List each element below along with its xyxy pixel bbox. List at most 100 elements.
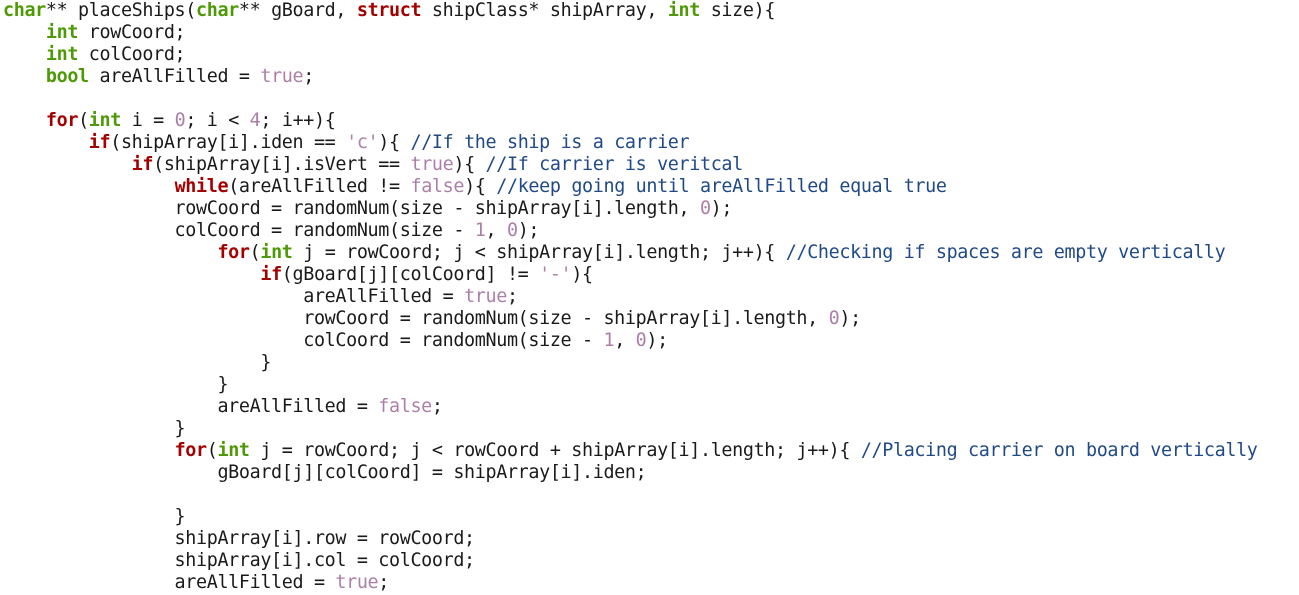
code-token: shipClass* shipArray,: [421, 0, 668, 21]
code-token: j = rowCoord; j < shipArray[i].length; j…: [292, 242, 786, 263]
code-token: rowCoord = randomNum(size - shipArray[i]…: [3, 308, 829, 329]
code-token: }: [3, 506, 186, 527]
code-line: shipArray[i].col = colCoord;: [3, 550, 476, 572]
code-token: ){: [378, 132, 411, 153]
comment-token: //If carrier is veritcal: [485, 154, 744, 175]
type-keyword-token: int: [88, 110, 122, 131]
code-editor[interactable]: char** placeShips(char** gBoard, struct …: [0, 0, 1299, 595]
type-keyword-token: int: [260, 242, 293, 263]
keyword-token: while: [174, 176, 229, 197]
code-line: }: [3, 374, 228, 396]
code-line: bool areAllFilled = true;: [3, 66, 314, 88]
code-token: (shipArray[i].isVert ==: [153, 154, 411, 175]
type-keyword-token: int: [667, 0, 701, 21]
code-token: i =: [120, 110, 175, 131]
code-token: ,: [485, 220, 507, 241]
comment-token: //Placing carrier on board vertically: [860, 440, 1258, 461]
type-keyword-token: char: [3, 0, 46, 21]
literal-token: false: [410, 176, 465, 197]
code-token: colCoord;: [78, 44, 186, 65]
code-token: gBoard[j][colCoord] = shipArray[i].iden;: [3, 462, 647, 483]
code-token: ; i <: [185, 110, 250, 131]
code-line: int colCoord;: [3, 44, 186, 66]
code-token: );: [517, 220, 540, 241]
code-token: ){: [464, 176, 497, 197]
code-line: char** placeShips(char** gBoard, struct …: [3, 0, 775, 22]
code-token: ** placeShips(: [45, 0, 197, 21]
code-token: colCoord = randomNum(size -: [3, 220, 475, 241]
type-keyword-token: int: [217, 440, 250, 461]
keyword-token: for: [174, 440, 208, 461]
code-token: (gBoard[j][colCoord] !=: [281, 264, 540, 285]
code-line: if(gBoard[j][colCoord] != '-'){: [3, 264, 593, 286]
code-token: ;: [378, 572, 390, 593]
code-line: shipArray[i].row = rowCoord;: [3, 528, 476, 550]
literal-token: 4: [249, 110, 261, 131]
code-token: areAllFilled =: [3, 396, 379, 417]
comment-token: //Checking if spaces are empty verticall…: [785, 242, 1226, 263]
code-token: }: [3, 374, 229, 395]
code-line: if(shipArray[i].isVert == true){ //If ca…: [3, 154, 744, 176]
literal-token: 'c': [346, 132, 379, 153]
code-token: ){: [453, 154, 486, 175]
code-token: shipArray[i].row = rowCoord;: [3, 528, 476, 549]
code-token: rowCoord;: [78, 22, 186, 43]
literal-token: false: [378, 396, 432, 417]
code-token: ** gBoard,: [238, 0, 357, 21]
literal-token: true: [335, 572, 379, 593]
type-keyword-token: bool: [45, 66, 89, 87]
code-token: (: [249, 242, 261, 263]
code-line: }: [3, 506, 186, 528]
literal-token: 0: [635, 330, 647, 351]
code-token: }: [3, 352, 272, 373]
code-line: areAllFilled = true;: [3, 572, 390, 594]
literal-token: true: [260, 66, 304, 87]
keyword-token: for: [45, 110, 79, 131]
literal-token: 1: [603, 330, 615, 351]
literal-token: '-': [539, 264, 572, 285]
code-token: ;: [431, 396, 443, 417]
code-line: for(int i = 0; i < 4; i++){: [3, 110, 336, 132]
code-token: );: [710, 198, 733, 219]
code-line: for(int j = rowCoord; j < shipArray[i].l…: [3, 242, 1225, 264]
keyword-token: if: [131, 154, 154, 175]
code-token: );: [839, 308, 861, 329]
code-line: if(shipArray[i].iden == 'c'){ //If the s…: [3, 132, 690, 154]
literal-token: 0: [828, 308, 840, 329]
code-token: (shipArray[i].iden ==: [110, 132, 347, 153]
literal-token: 0: [174, 110, 186, 131]
code-token: ;: [506, 286, 518, 307]
code-token: (areAllFilled !=: [228, 176, 411, 197]
code-token: (: [206, 440, 218, 461]
code-token: ; i++){: [260, 110, 336, 131]
code-line: for(int j = rowCoord; j < rowCoord + shi…: [3, 440, 1258, 462]
code-token: ){: [571, 264, 593, 285]
code-line: areAllFilled = true;: [3, 286, 518, 308]
code-token: }: [3, 418, 186, 439]
code-line: areAllFilled = false;: [3, 396, 443, 418]
code-token: areAllFilled =: [3, 572, 336, 593]
comment-token: //If the ship is a carrier: [410, 132, 690, 153]
code-line: rowCoord = randomNum(size - shipArray[i]…: [3, 198, 733, 220]
code-token: ,: [614, 330, 636, 351]
literal-token: 0: [506, 220, 518, 241]
code-token: (: [78, 110, 89, 131]
type-keyword-token: char: [196, 0, 239, 21]
code-line: gBoard[j][colCoord] = shipArray[i].iden;: [3, 462, 646, 484]
code-token: shipArray[i].col = colCoord;: [3, 550, 476, 571]
keyword-token: if: [260, 264, 282, 285]
code-token: j = rowCoord; j < rowCoord + shipArray[i…: [249, 440, 861, 461]
code-line: }: [3, 352, 271, 374]
code-token: rowCoord = randomNum(size - shipArray[i]…: [3, 198, 700, 219]
literal-token: true: [410, 154, 454, 175]
comment-token: //keep going until areAllFilled equal tr…: [496, 176, 947, 197]
